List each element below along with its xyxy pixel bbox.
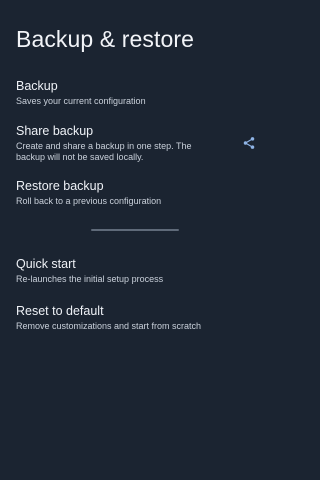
reset-to-default-item[interactable]: Reset to default Remove customizations a… xyxy=(0,304,270,332)
backup-item[interactable]: Backup Saves your current configuration xyxy=(0,79,270,107)
backup-title: Backup xyxy=(16,79,58,93)
backup-restore-screen: Backup & restore Backup Saves your curre… xyxy=(0,0,270,480)
share-backup-summary: Create and share a backup in one step. T… xyxy=(16,141,192,162)
quick-start-title: Quick start xyxy=(16,257,76,271)
restore-backup-title: Restore backup xyxy=(16,179,104,193)
share-backup-title: Share backup xyxy=(16,124,94,138)
reset-to-default-summary: Remove customizations and start from scr… xyxy=(16,321,202,331)
quick-start-item[interactable]: Quick start Re-launches the initial setu… xyxy=(0,257,270,285)
share-backup-item[interactable]: Share backup Create and share a backup i… xyxy=(0,124,270,163)
backup-summary: Saves your current configuration xyxy=(16,96,146,106)
restore-backup-item[interactable]: Restore backup Roll back to a previous c… xyxy=(0,179,270,207)
restore-backup-summary: Roll back to a previous configuration xyxy=(16,196,162,206)
page-title: Backup & restore xyxy=(16,26,195,52)
section-divider xyxy=(91,229,179,231)
reset-to-default-title: Reset to default xyxy=(16,304,104,318)
share-icon[interactable] xyxy=(242,136,256,150)
quick-start-summary: Re-launches the initial setup process xyxy=(16,274,164,284)
